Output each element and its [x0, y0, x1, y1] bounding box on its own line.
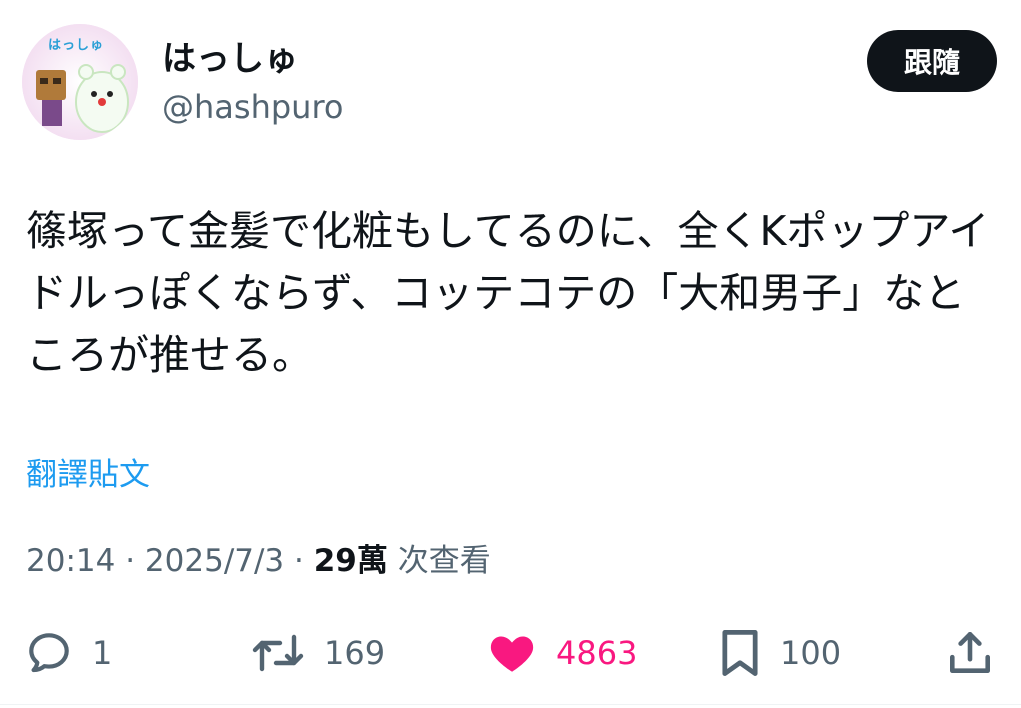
avatar[interactable]: はっしゅ: [22, 24, 138, 140]
divider: [0, 704, 1021, 705]
share-icon: [950, 631, 990, 673]
translate-post-link[interactable]: 翻譯貼文: [26, 455, 150, 495]
bookmark-count: 100: [780, 634, 842, 672]
tweet-time[interactable]: 20:14: [26, 543, 115, 579]
tweet-date[interactable]: 2025/7/3: [145, 543, 284, 579]
views-label: 次查看: [397, 543, 491, 579]
views-count: 29萬: [313, 543, 388, 579]
tweet-meta: 20:14 · 2025/7/3 · 29萬 次查看: [26, 540, 491, 582]
reply-icon: [29, 633, 69, 673]
tweet-text: 篠塚って金髪で化粧もしてるのに、全くKポップアイドルっぽくならず、コッテコテの「…: [26, 207, 990, 379]
bookmark-button[interactable]: 100: [718, 618, 841, 688]
author-handle[interactable]: @hashpuro: [162, 86, 343, 128]
follow-button[interactable]: 跟隨: [867, 30, 997, 92]
meta-separator: ·: [125, 543, 136, 579]
bookmark-icon: [722, 630, 758, 676]
meta-separator: ·: [294, 543, 304, 579]
retweet-button[interactable]: 169: [250, 618, 385, 688]
like-button[interactable]: 4863: [486, 618, 637, 688]
share-button[interactable]: [944, 618, 996, 688]
like-count: 4863: [556, 634, 638, 672]
author-display-name[interactable]: はっしゅ: [162, 38, 343, 80]
avatar-badge-text: はっしゅ: [48, 38, 105, 53]
author-info: はっしゅ @hashpuro: [162, 38, 343, 128]
heart-icon: [490, 636, 534, 672]
retweet-count: 169: [324, 634, 386, 672]
reply-button[interactable]: 1: [24, 618, 112, 688]
reply-count: 1: [92, 634, 113, 672]
tweet-actions: 1 169 4863 100: [0, 618, 1021, 688]
retweet-icon: [252, 634, 304, 672]
tweet-header: はっしゅ はっしゅ @hashpuro 跟隨: [22, 24, 997, 142]
